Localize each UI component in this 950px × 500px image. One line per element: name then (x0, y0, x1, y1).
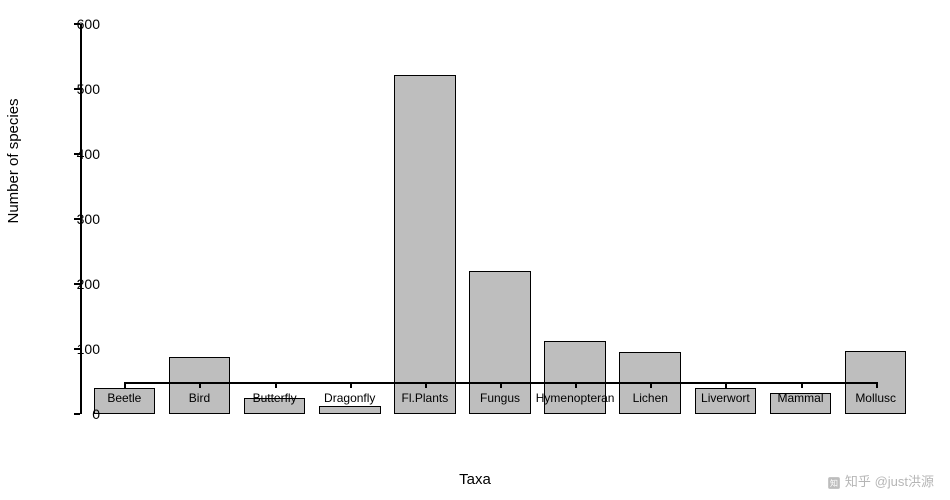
bar (394, 75, 456, 414)
x-axis-line (124, 382, 875, 384)
watermark-text: @just洪源 (875, 474, 934, 489)
y-tick-label: 200 (60, 276, 100, 292)
y-tick-label: 500 (60, 81, 100, 97)
x-tick-label: Mollusc (855, 391, 896, 405)
x-tick-label: Beetle (107, 391, 141, 405)
zhihu-icon: 知 (827, 476, 841, 490)
y-tick-label: 300 (60, 211, 100, 227)
y-tick-label: 600 (60, 16, 100, 32)
y-tick-label: 100 (60, 341, 100, 357)
x-axis-label: Taxa (459, 471, 491, 488)
x-tick-label: Butterfly (253, 391, 297, 405)
y-axis-label: Number of species (5, 98, 22, 223)
bar (319, 406, 381, 414)
x-tick-label: Dragonfly (324, 391, 375, 405)
plot-area: Beetle Bird Butterfly Dragonfly Fl.Plants Fun… (80, 20, 920, 410)
watermark: 知知乎 @just洪源 (827, 471, 934, 490)
x-tick-label: Mammal (778, 391, 824, 405)
x-tick-label: Hymenopteran (536, 391, 615, 405)
chart-container: Beetle Bird Butterfly Dragonfly Fl.Plants Fun… (80, 20, 920, 440)
y-tick-label: 400 (60, 146, 100, 162)
svg-text:知: 知 (830, 477, 838, 487)
x-tick-label: Fl.Plants (402, 391, 449, 405)
x-tick-label: Fungus (480, 391, 520, 405)
x-tick-label: Bird (189, 391, 210, 405)
watermark-prefix: 知乎 (845, 474, 871, 489)
y-tick-label: 0 (60, 406, 100, 422)
x-tick (876, 382, 878, 388)
x-tick-label: Liverwort (701, 391, 750, 405)
x-tick-label: Lichen (633, 391, 668, 405)
